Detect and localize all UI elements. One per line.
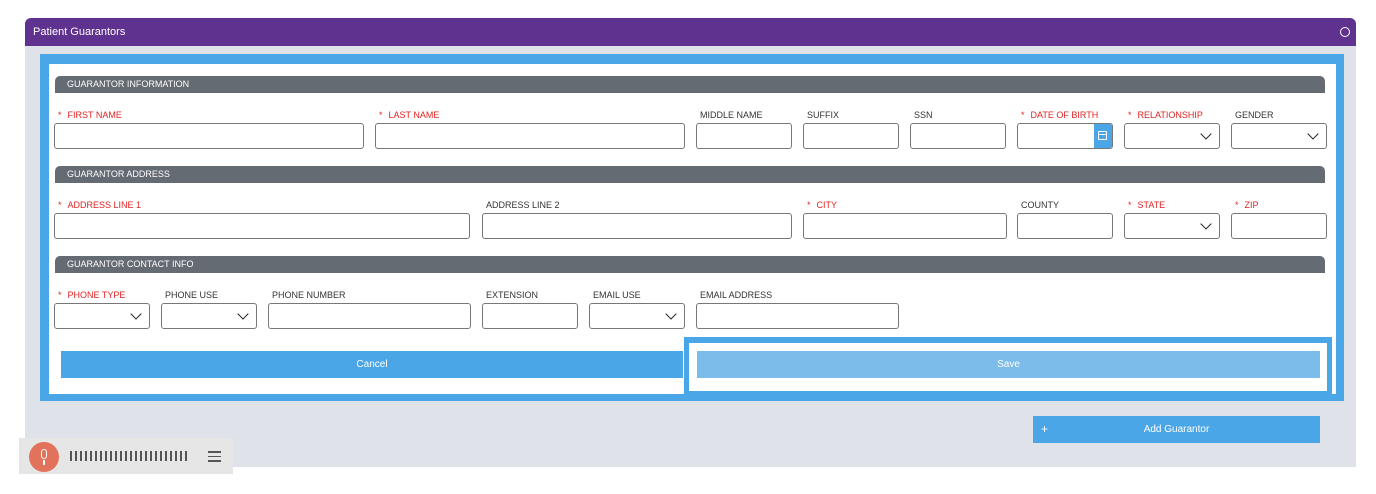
- microphone-button[interactable]: [29, 442, 59, 472]
- microphone-icon: [41, 449, 47, 459]
- add-guarantor-button[interactable]: + Add Guarantor: [1033, 416, 1320, 443]
- phone-number-label: PHONE NUMBER: [272, 290, 346, 300]
- phone-use-label: PHONE USE: [165, 290, 219, 300]
- phone-number-input[interactable]: [268, 303, 471, 329]
- suffix-label: SUFFIX: [807, 110, 840, 120]
- section-guarantor-address: GUARANTOR ADDRESS: [55, 166, 1325, 183]
- email-use-select[interactable]: [589, 303, 685, 329]
- phone-type-label: PHONE TYPE: [58, 290, 126, 300]
- city-label: CITY: [807, 200, 838, 210]
- extension-input[interactable]: [482, 303, 578, 329]
- state-label: STATE: [1128, 200, 1166, 210]
- date-of-birth-label: DATE OF BIRTH: [1021, 110, 1099, 120]
- chevron-down-icon: [1307, 128, 1319, 140]
- calendar-icon[interactable]: [1094, 124, 1112, 148]
- relationship-select[interactable]: [1124, 123, 1220, 149]
- phone-use-select[interactable]: [161, 303, 257, 329]
- panel-header: Patient Guarantors: [25, 18, 1356, 46]
- save-button[interactable]: Save: [697, 351, 1320, 378]
- last-name-label: LAST NAME: [379, 110, 440, 120]
- extension-label: EXTENSION: [486, 290, 539, 300]
- address-line-1-input[interactable]: [54, 213, 470, 239]
- state-select[interactable]: [1124, 213, 1220, 239]
- menu-icon[interactable]: [208, 451, 221, 462]
- email-address-input[interactable]: [696, 303, 899, 329]
- relationship-label: RELATIONSHIP: [1128, 110, 1203, 120]
- section-guarantor-contact-info: GUARANTOR CONTACT INFO: [55, 256, 1325, 273]
- ssn-input[interactable]: [910, 123, 1006, 149]
- first-name-label: FIRST NAME: [58, 110, 122, 120]
- date-of-birth-input[interactable]: [1017, 123, 1113, 149]
- address-line-2-label: ADDRESS LINE 2: [486, 200, 560, 210]
- chevron-down-icon: [130, 308, 142, 320]
- gender-select[interactable]: [1231, 123, 1327, 149]
- chevron-down-icon: [665, 308, 677, 320]
- email-use-label: EMAIL USE: [593, 290, 641, 300]
- section-guarantor-information: GUARANTOR INFORMATION: [55, 76, 1325, 93]
- panel-title: Patient Guarantors: [33, 26, 126, 38]
- patient-guarantors-panel: Patient Guarantors GUARANTOR INFORMATION…: [25, 18, 1356, 467]
- middle-name-input[interactable]: [696, 123, 792, 149]
- county-input[interactable]: [1017, 213, 1113, 239]
- county-label: COUNTY: [1021, 200, 1059, 210]
- middle-name-label: MIDDLE NAME: [700, 110, 763, 120]
- first-name-input[interactable]: [54, 123, 364, 149]
- cancel-button[interactable]: Cancel: [61, 351, 683, 378]
- voice-dictation-bar: [19, 438, 233, 474]
- zip-input[interactable]: [1231, 213, 1327, 239]
- address-line-1-label: ADDRESS LINE 1: [58, 200, 142, 210]
- chevron-down-icon: [237, 308, 249, 320]
- city-input[interactable]: [803, 213, 1007, 239]
- circle-icon[interactable]: [1340, 27, 1350, 37]
- email-address-label: EMAIL ADDRESS: [700, 290, 773, 300]
- chevron-down-icon: [1200, 218, 1212, 230]
- ssn-label: SSN: [914, 110, 933, 120]
- phone-type-select[interactable]: [54, 303, 150, 329]
- zip-label: ZIP: [1235, 200, 1259, 210]
- last-name-input[interactable]: [375, 123, 685, 149]
- audio-level-indicator: [70, 451, 187, 461]
- suffix-input[interactable]: [803, 123, 899, 149]
- gender-label: GENDER: [1235, 110, 1274, 120]
- chevron-down-icon: [1200, 128, 1212, 140]
- add-guarantor-label: Add Guarantor: [1143, 424, 1210, 435]
- address-line-2-input[interactable]: [482, 213, 792, 239]
